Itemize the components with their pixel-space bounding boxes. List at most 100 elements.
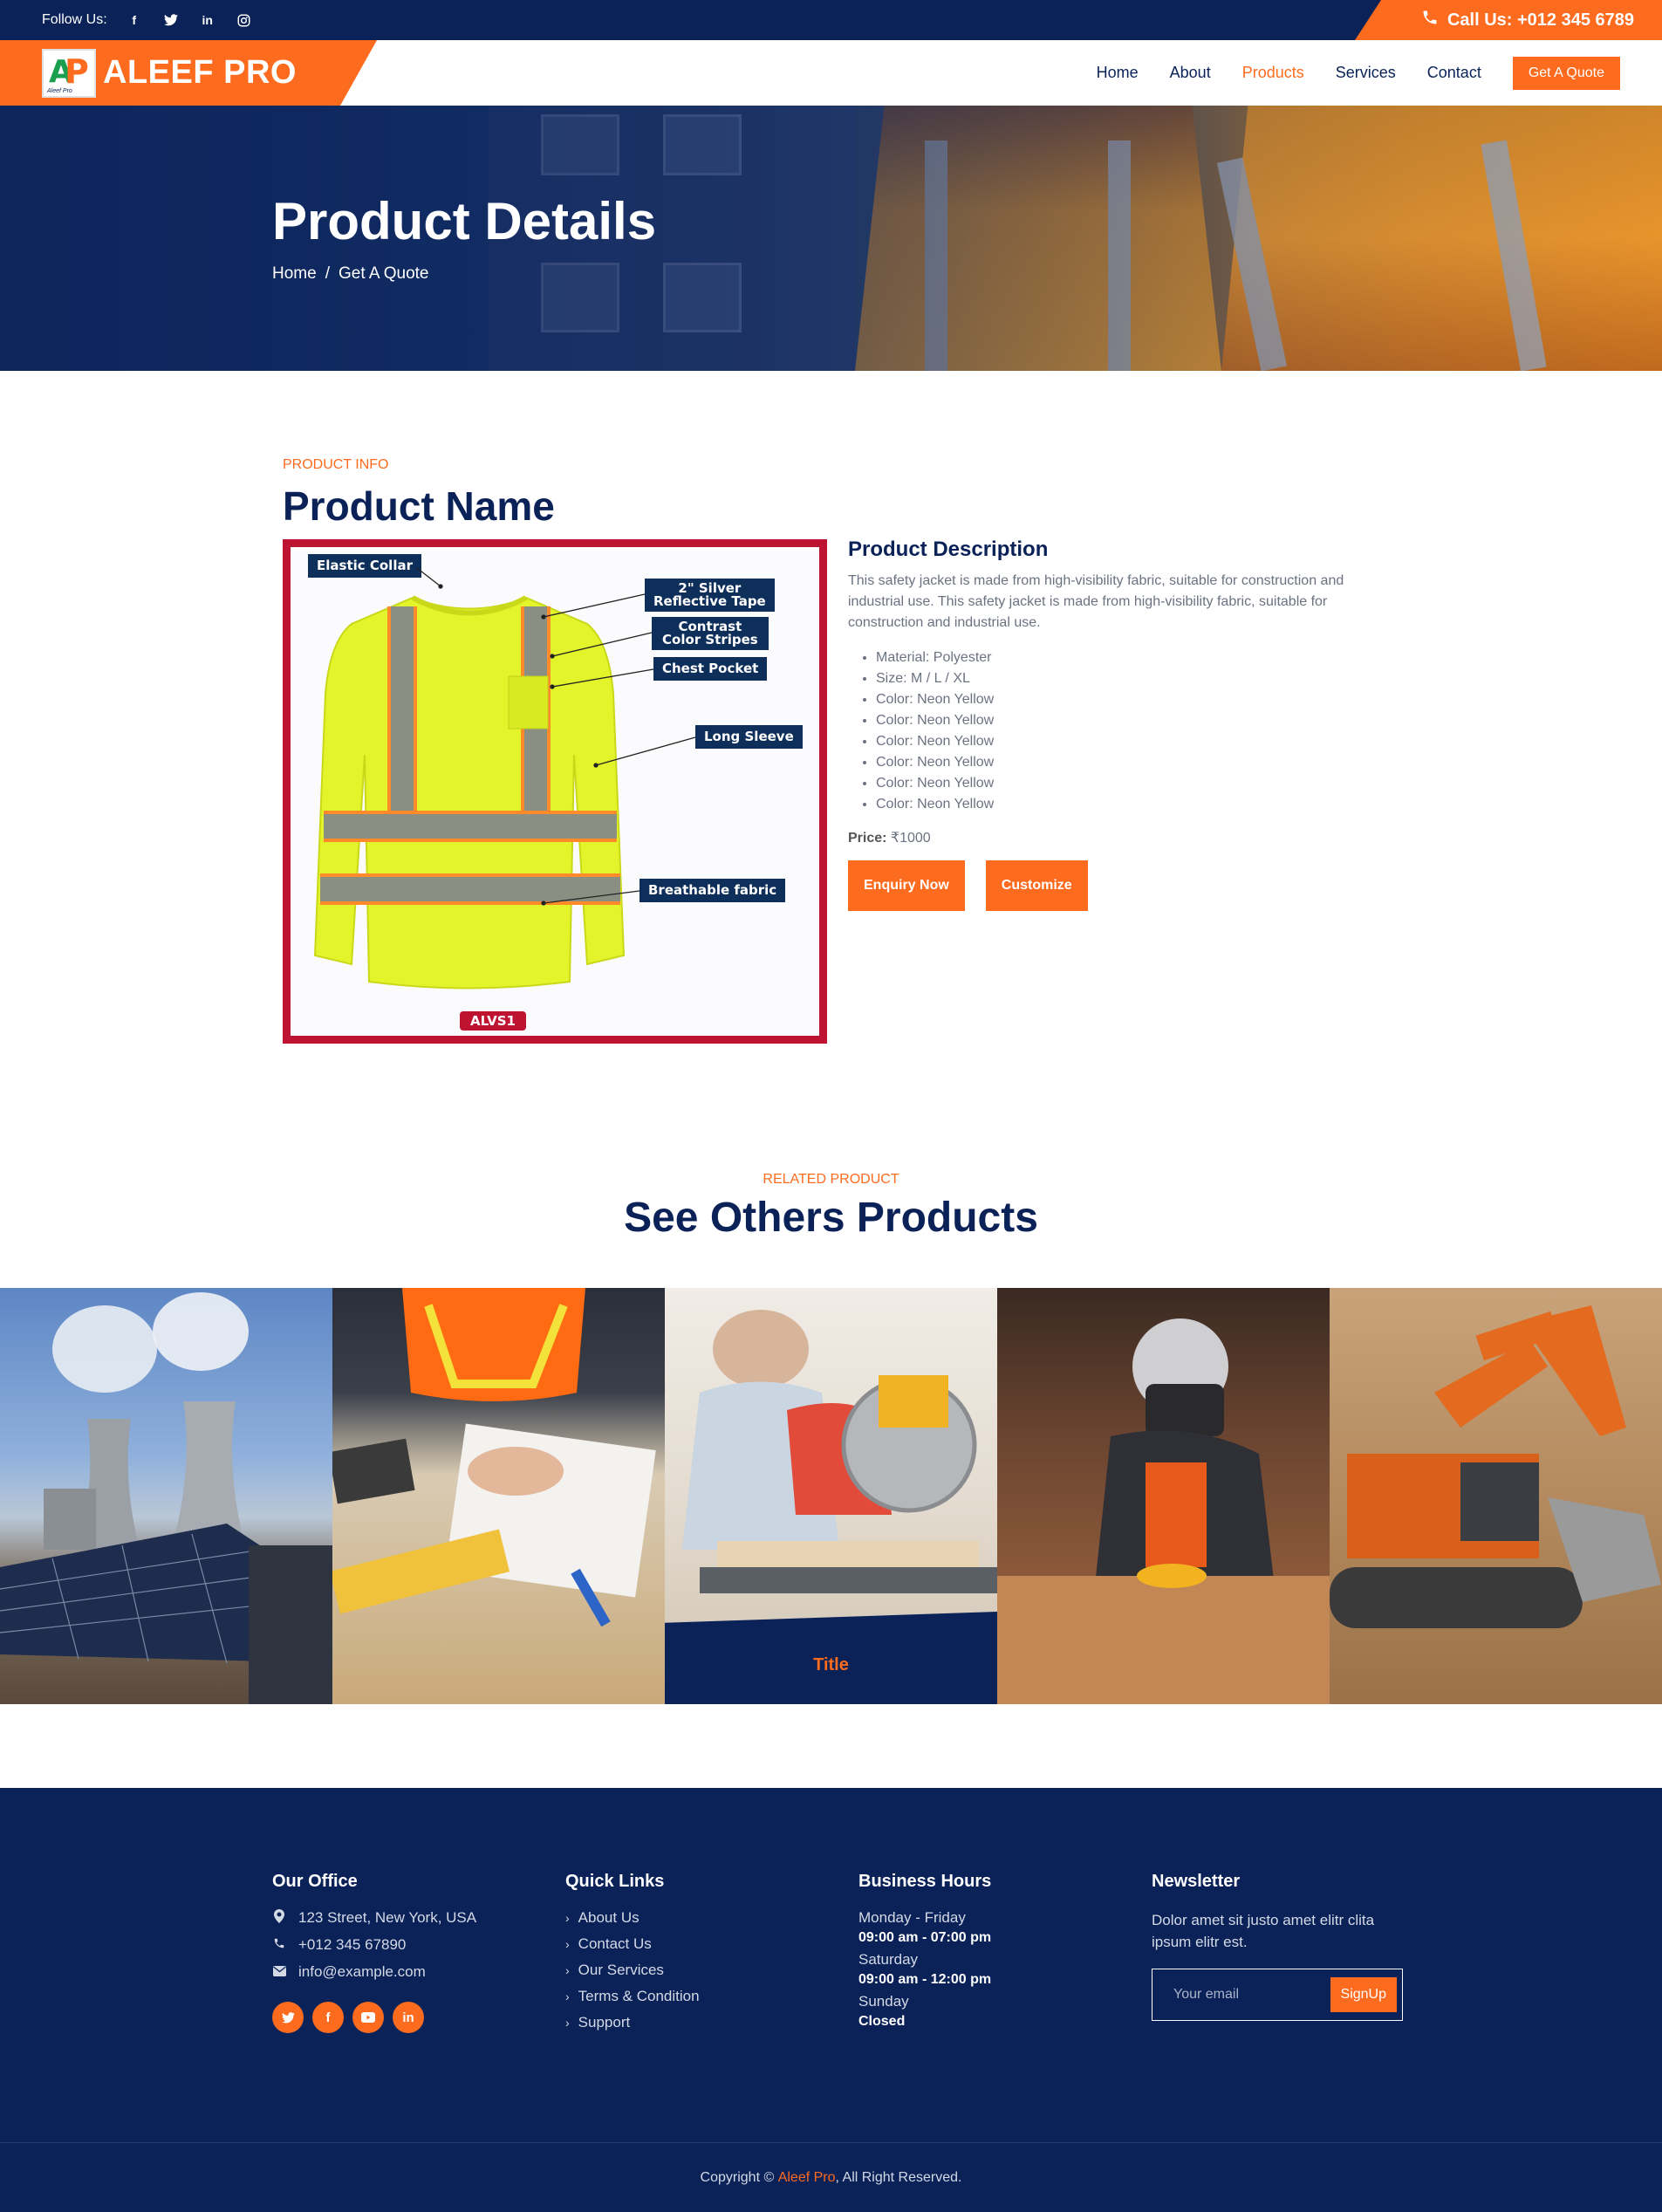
copyright-prefix: Copyright © bbox=[700, 2169, 775, 2185]
hours-time: 09:00 am - 07:00 pm bbox=[858, 1930, 992, 1945]
footer-newsletter: Newsletter Dolor amet sit justo amet eli… bbox=[1152, 1872, 1405, 2021]
nav-item-home[interactable]: Home bbox=[1097, 64, 1139, 82]
footer-link[interactable]: › Terms & Condition bbox=[565, 1988, 700, 2005]
footer-link[interactable]: › Our Services bbox=[565, 1962, 700, 1979]
breadcrumb-home[interactable]: Home bbox=[272, 264, 317, 284]
breadcrumb: Home / Get A Quote bbox=[272, 264, 429, 284]
footer-socials: f in bbox=[272, 2002, 476, 2033]
office-phone: +012 345 67890 bbox=[272, 1936, 476, 1954]
newsletter-title: Newsletter bbox=[1152, 1872, 1241, 1891]
page-title: Product Details bbox=[272, 192, 657, 250]
footer-link-label: Contact Us bbox=[578, 1935, 652, 1952]
solar-plant-image bbox=[0, 1292, 332, 1704]
footer-office: Our Office 123 Street, New York, USA +01… bbox=[272, 1872, 476, 2033]
brand-block[interactable]: AP Aleef Pro ALEEF PRO bbox=[0, 40, 377, 106]
nav-item-services[interactable]: Services bbox=[1336, 64, 1396, 82]
instagram-icon[interactable] bbox=[235, 10, 254, 30]
spec-item: Color: Neon Yellow bbox=[876, 773, 1380, 794]
hours-day: Monday - Friday bbox=[858, 1909, 966, 1926]
related-product-tile[interactable] bbox=[997, 1288, 1330, 1704]
youtube-icon[interactable] bbox=[352, 2002, 384, 2033]
nav-item-products[interactable]: Products bbox=[1242, 64, 1304, 82]
call-us[interactable]: Call Us: +012 345 6789 bbox=[1355, 0, 1662, 40]
product-code-tag: ALVS1 bbox=[460, 1011, 526, 1031]
linkedin-icon[interactable]: in bbox=[393, 2002, 424, 2033]
related-product-tile[interactable] bbox=[0, 1288, 332, 1704]
office-email: info@example.com bbox=[272, 1963, 476, 1981]
related-product-tile[interactable] bbox=[332, 1288, 665, 1704]
facebook-icon[interactable]: f bbox=[312, 2002, 344, 2033]
footer-business-hours: Business Hours Monday - Friday 09:00 am … bbox=[858, 1872, 991, 2030]
main-nav: AP Aleef Pro ALEEF PRO Home About Produc… bbox=[0, 40, 1662, 106]
footer-link-label: About Us bbox=[578, 1909, 639, 1926]
product-actions: Enquiry Now Customize bbox=[848, 860, 1380, 911]
chevron-right-icon: › bbox=[565, 1989, 570, 2003]
enquiry-now-button[interactable]: Enquiry Now bbox=[848, 860, 965, 911]
nav-item-contact[interactable]: Contact bbox=[1427, 64, 1481, 82]
excavator-image bbox=[1330, 1305, 1661, 1628]
hours-time: 09:00 am - 12:00 pm bbox=[858, 1972, 992, 1987]
related-products: Title bbox=[0, 1288, 1662, 1704]
facebook-icon[interactable]: f bbox=[125, 10, 144, 30]
page-header: Product Details Home / Get A Quote bbox=[0, 106, 1662, 371]
footer-link[interactable]: › Contact Us bbox=[565, 1935, 700, 1953]
nav-item-about[interactable]: About bbox=[1170, 64, 1211, 82]
envelope-icon bbox=[272, 1965, 286, 1980]
product-info-eyebrow: PRODUCT INFO bbox=[283, 457, 389, 472]
newsletter-email-input[interactable] bbox=[1173, 1987, 1322, 2003]
related-product-tile[interactable]: Title bbox=[665, 1288, 997, 1704]
newsletter-form: SignUp bbox=[1152, 1969, 1403, 2021]
logo: AP Aleef Pro bbox=[42, 49, 96, 98]
spec-item: Material: Polyester bbox=[876, 647, 1380, 668]
copyright: Copyright © Aleef Pro, All Right Reserve… bbox=[0, 2142, 1662, 2212]
get-quote-button[interactable]: Get A Quote bbox=[1512, 56, 1620, 90]
footer-quick-links: Quick Links › About Us › Contact Us › Our S… bbox=[565, 1872, 700, 2040]
description-text: This safety jacket is made from high-vis… bbox=[848, 573, 1344, 630]
chevron-right-icon: › bbox=[565, 1911, 570, 1925]
footer-link[interactable]: › About Us bbox=[565, 1909, 700, 1927]
callout-pointers bbox=[416, 567, 696, 906]
copyright-brand-link[interactable]: Aleef Pro bbox=[778, 2170, 836, 2186]
nav-menu: Home About Products Services Contact Get… bbox=[1097, 40, 1620, 106]
linkedin-icon[interactable]: in bbox=[198, 10, 217, 30]
description-title: Product Description bbox=[848, 538, 1049, 561]
hours-title: Business Hours bbox=[858, 1872, 992, 1891]
price: Price: ₹1000 bbox=[848, 829, 1380, 846]
twitter-icon[interactable] bbox=[272, 2002, 304, 2033]
phone-icon bbox=[272, 1937, 286, 1953]
product-image: Elastic Collar 2" Silver Reflective Tape… bbox=[283, 539, 827, 1044]
email-text[interactable]: info@example.com bbox=[298, 1963, 426, 1981]
call-label: Call Us: +012 345 6789 bbox=[1447, 10, 1634, 30]
footer-link[interactable]: › Support bbox=[565, 2014, 700, 2031]
twitter-icon[interactable] bbox=[161, 10, 181, 30]
hours-day: Saturday bbox=[858, 1951, 919, 1968]
spec-item: Color: Neon Yellow bbox=[876, 794, 1380, 815]
spec-item: Color: Neon Yellow bbox=[876, 689, 1380, 710]
product-description: Product Description This safety jacket i… bbox=[848, 538, 1380, 911]
footer-link-label: Support bbox=[578, 2014, 631, 2031]
footer-link-label: Our Services bbox=[578, 1962, 664, 1978]
follow-us: Follow Us: f in bbox=[42, 0, 254, 40]
quick-links-title: Quick Links bbox=[565, 1872, 665, 1891]
tile-caption: Title bbox=[665, 1612, 997, 1704]
phone-icon bbox=[1421, 9, 1439, 31]
spec-item: Size: M / L / XL bbox=[876, 668, 1380, 689]
spec-item: Color: Neon Yellow bbox=[876, 710, 1380, 731]
phone-text[interactable]: +012 345 67890 bbox=[298, 1936, 406, 1954]
address-text: 123 Street, New York, USA bbox=[298, 1909, 477, 1926]
breadcrumb-separator: / bbox=[325, 264, 330, 283]
office-title: Our Office bbox=[272, 1872, 358, 1891]
tile-caption-title: Title bbox=[813, 1654, 849, 1674]
chevron-right-icon: › bbox=[565, 2016, 570, 2030]
related-title: See Others Products bbox=[624, 1195, 1038, 1241]
spec-list: Material: Polyester Size: M / L / XL Col… bbox=[876, 647, 1380, 815]
related-product-tile[interactable] bbox=[1330, 1288, 1662, 1704]
customize-button[interactable]: Customize bbox=[985, 860, 1088, 911]
signup-button[interactable]: SignUp bbox=[1330, 1977, 1397, 2012]
footer-link-label: Terms & Condition bbox=[578, 1988, 700, 2004]
logo-subtext: Aleef Pro bbox=[47, 87, 72, 94]
price-value: ₹1000 bbox=[890, 831, 931, 846]
product-name: Product Name bbox=[283, 483, 555, 529]
related-eyebrow: RELATED PRODUCT bbox=[763, 1172, 899, 1187]
copyright-suffix: , All Right Reserved. bbox=[835, 2169, 962, 2185]
